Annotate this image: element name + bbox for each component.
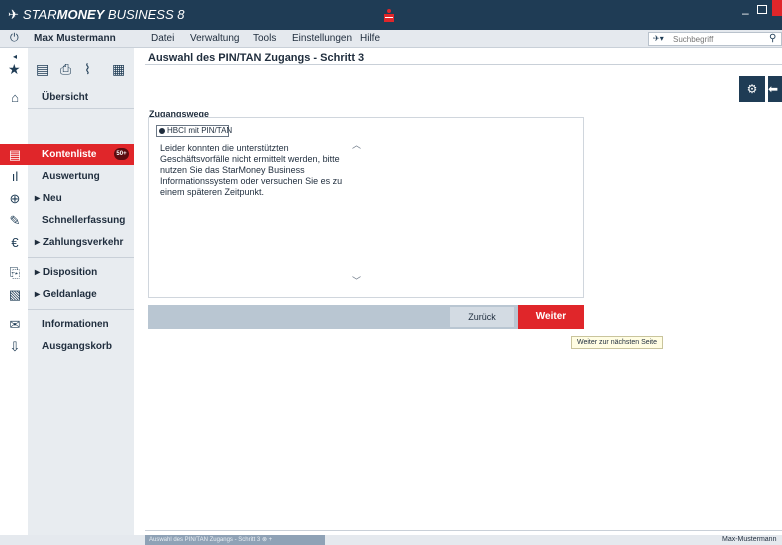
status-bar [0, 535, 782, 545]
sidebar-divider [28, 309, 134, 310]
gear-icon: ⚙ [746, 82, 758, 96]
sidebar-item-geldanlage[interactable]: ▧ ▸ Geldanlage [0, 284, 134, 304]
minimize-button[interactable]: – [742, 6, 749, 20]
navigate-back-button[interactable]: ⬅ [768, 76, 782, 102]
collapse-sidebar-icon[interactable]: ◂ [13, 52, 17, 61]
maximize-button[interactable] [757, 5, 767, 14]
menu-verwaltung[interactable]: Verwaltung [190, 33, 239, 44]
account-list-icon: ▤ [8, 147, 22, 162]
home-icon: ⌂ [11, 90, 19, 105]
sidebar-item-label: Ausgangskorb [42, 341, 113, 352]
next-button[interactable]: Weiter [518, 305, 584, 329]
user-area: ⏻ Max Mustermann [0, 30, 145, 48]
sidebar-item-uebersicht[interactable]: ⌂ Übersicht [0, 87, 134, 107]
close-tab-icon[interactable]: ⊗ [262, 537, 267, 543]
menu-einstellungen[interactable]: Einstellungen [292, 33, 352, 44]
chevron-down-icon[interactable]: ﹀ [352, 274, 361, 287]
close-button[interactable] [772, 0, 782, 16]
bar-chart-icon: ıl [11, 169, 19, 184]
app-title: ✈ STARMONEY BUSINESS 8 [8, 7, 185, 23]
favorites-star-icon[interactable]: ★ [8, 61, 21, 79]
title-divider [145, 64, 782, 65]
user-name: Max Mustermann [34, 33, 116, 44]
app-title-strong: MONEY [56, 7, 105, 22]
sidebar-divider [28, 108, 134, 109]
sidebar-item-disposition[interactable]: ⎘ ▸ Disposition [0, 262, 134, 282]
open-tab[interactable]: Auswahl des PIN/TAN Zugangs - Schritt 3 … [145, 535, 325, 545]
sidebar-item-label: ▸ Disposition [35, 267, 98, 278]
investment-icon: ▧ [8, 287, 22, 302]
search-icon[interactable]: ⚲ [769, 33, 776, 44]
sidebar-item-label: ▸ Zahlungsverkehr [35, 237, 124, 248]
transfer-tool-icon[interactable]: ▤ [36, 61, 49, 79]
sidebar-item-ausgangskorb[interactable]: ⇩ Ausgangskorb [0, 336, 134, 356]
app-title-prefix: STAR [22, 7, 57, 22]
radio-label: HBCI mit PIN/TAN [167, 126, 233, 135]
search-box: ✈▾ ⚲ [648, 32, 782, 46]
radio-selected-icon [159, 128, 165, 134]
sidebar-item-label: ▸ Neu [35, 193, 62, 204]
sidebar-divider [28, 257, 134, 258]
edit-icon: ✎ [9, 213, 21, 228]
sidebar-item-label: Schnellerfassung [42, 215, 126, 226]
sidebar-item-zahlungsverkehr[interactable]: € ▸ Zahlungsverkehr [0, 232, 134, 252]
sidebar-item-label: Übersicht [42, 92, 89, 103]
radio-hbci-pin-tan[interactable]: HBCI mit PIN/TAN [156, 125, 233, 137]
sidebar-item-schnellerfassung[interactable]: ✎ Schnellerfassung [0, 210, 134, 230]
sidebar-item-neu[interactable]: ⊕ ▸ Neu [0, 188, 134, 208]
sidebar-item-label: Auswertung [42, 171, 100, 182]
back-button[interactable]: Zurück [450, 307, 514, 327]
status-user: Max-Mustermann [722, 536, 777, 543]
page-title: Auswahl des PIN/TAN Zugangs - Schritt 3 [148, 52, 365, 64]
sidebar-item-text: Geldanlage [42, 289, 97, 300]
sidebar-item-text: Zahlungsverkehr [42, 237, 124, 248]
outbox-icon: ⇩ [9, 339, 21, 354]
print-tool-icon[interactable]: ⎙ [60, 61, 71, 79]
menu-hilfe[interactable]: Hilfe [360, 33, 380, 44]
sidebar-item-label: Kontenliste [42, 149, 97, 160]
menu-bar: ⏻ Max Mustermann Datei Verwaltung Tools … [0, 30, 782, 48]
next-button-tooltip: Weiter zur nächsten Seite [571, 336, 664, 349]
calculator-icon[interactable]: ▦ [112, 61, 125, 79]
new-item-icon: ⊕ [9, 191, 21, 206]
sidebar-item-label: Informationen [42, 319, 109, 330]
payment-icon: € [11, 235, 19, 250]
sidebar-item-informationen[interactable]: ✉ Informationen [0, 314, 134, 334]
arrow-left-icon: ⬅ [768, 82, 779, 96]
info-scrollbar[interactable]: ︿ ﹀ [352, 138, 362, 290]
chevron-up-icon[interactable]: ︿ [352, 138, 361, 151]
sidebar-item-auswertung[interactable]: ıl Auswertung [0, 166, 134, 186]
open-tab-label: Auswahl des PIN/TAN Zugangs - Schritt 3 [149, 537, 261, 543]
title-bar: ✈ STARMONEY BUSINESS 8 – [0, 0, 782, 30]
app-title-rest: BUSINESS 8 [104, 7, 185, 22]
sidebar-item-text: Neu [42, 193, 62, 204]
disposition-icon: ⎘ [9, 265, 21, 280]
menu-datei[interactable]: Datei [151, 33, 174, 44]
search-input[interactable] [673, 33, 765, 45]
settings-gear-button[interactable]: ⚙ [739, 76, 765, 102]
info-message: Leider konnten die unterstützten Geschäf… [160, 143, 343, 197]
menu-tools[interactable]: Tools [253, 33, 276, 44]
chart-tool-icon[interactable]: ⌇ [84, 61, 91, 79]
content-divider [145, 530, 782, 531]
sidebar-item-text: Disposition [42, 267, 98, 278]
app-logo-icon: ✈ [8, 7, 19, 22]
add-tab-icon[interactable]: + [269, 537, 273, 543]
mail-icon: ✉ [9, 317, 21, 332]
power-icon[interactable]: ⏻ [10, 32, 19, 45]
count-badge: 50+ [114, 148, 129, 160]
search-scope-dropdown[interactable]: ✈▾ [653, 34, 664, 43]
sidebar-item-label: ▸ Geldanlage [35, 289, 97, 300]
sparkasse-logo-icon [384, 9, 394, 22]
